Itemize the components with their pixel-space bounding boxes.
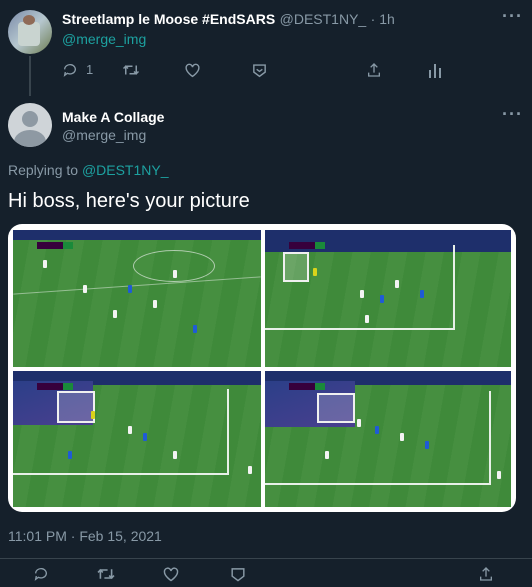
- more-icon[interactable]: ···: [502, 104, 523, 125]
- collage-image-3[interactable]: [13, 371, 261, 507]
- tweet-timestamp[interactable]: 11:01 PM · Feb 15, 2021: [8, 528, 162, 544]
- prev-tweet-time[interactable]: · 1h: [371, 11, 395, 27]
- player: [325, 451, 329, 459]
- penalty-box-line: [227, 389, 229, 475]
- player: [425, 441, 429, 449]
- collage-image-1[interactable]: [13, 230, 261, 367]
- like-icon[interactable]: [184, 62, 201, 83]
- player: [153, 300, 157, 308]
- penalty-box-line: [265, 328, 455, 330]
- penalty-box-line: [453, 245, 455, 330]
- like-icon[interactable]: [162, 566, 180, 587]
- player: [497, 471, 501, 479]
- replying-to: Replying to @DEST1NY_: [8, 162, 169, 178]
- goal-net: [283, 252, 309, 282]
- penalty-box-line: [265, 483, 490, 485]
- player: [113, 310, 117, 318]
- author-handle[interactable]: @merge_img: [62, 127, 146, 143]
- stadium-stand: [13, 230, 261, 240]
- collage-image-4[interactable]: [265, 371, 511, 507]
- player: [43, 260, 47, 268]
- player: [193, 325, 197, 333]
- score-hud-accent: [315, 242, 325, 249]
- replying-prefix: Replying to: [8, 162, 79, 178]
- replying-handle[interactable]: @DEST1NY_: [82, 162, 169, 178]
- goal-net: [57, 391, 95, 423]
- share-icon[interactable]: [366, 62, 382, 83]
- player: [248, 466, 252, 474]
- penalty-box-line: [489, 391, 491, 485]
- player: [68, 451, 72, 459]
- prev-avatar[interactable]: [8, 10, 52, 54]
- author-avatar[interactable]: [8, 103, 52, 147]
- retweet-icon[interactable]: [96, 566, 116, 587]
- reply-icon[interactable]: [32, 566, 50, 587]
- prev-author-handle[interactable]: @DEST1NY_: [280, 11, 367, 27]
- author-name[interactable]: Make A Collage: [62, 109, 164, 125]
- prev-more-icon[interactable]: ···: [502, 6, 523, 27]
- prev-tweet-text[interactable]: @merge_img: [62, 31, 146, 47]
- analytics-icon[interactable]: [428, 62, 442, 83]
- player: [395, 280, 399, 288]
- tweet-text: Hi boss, here's your picture: [8, 190, 250, 212]
- player: [400, 433, 404, 441]
- goalkeeper: [313, 268, 317, 276]
- score-hud-accent: [315, 383, 325, 390]
- player: [83, 285, 87, 293]
- divider: [0, 558, 532, 559]
- reply-icon[interactable]: [62, 62, 78, 83]
- prev-tweet-header: Streetlamp le Moose #EndSARS @DEST1NY_ ·…: [62, 11, 395, 29]
- thread-icon[interactable]: [251, 62, 268, 83]
- score-hud-accent: [63, 383, 73, 390]
- penalty-box-line: [13, 473, 228, 475]
- thread-connector-line: [29, 56, 31, 96]
- player: [365, 315, 369, 323]
- player: [128, 285, 132, 293]
- collage-image-2[interactable]: [265, 230, 511, 367]
- player: [357, 419, 361, 427]
- player: [360, 290, 364, 298]
- player: [128, 426, 132, 434]
- player: [173, 270, 177, 278]
- reply-count: 1: [86, 62, 94, 77]
- goal-net: [317, 393, 355, 423]
- tweet-media-collage[interactable]: [8, 224, 516, 512]
- player: [380, 295, 384, 303]
- retweet-icon[interactable]: [122, 62, 140, 83]
- thread-icon[interactable]: [229, 566, 247, 587]
- goalkeeper: [91, 411, 95, 419]
- score-hud-accent: [63, 242, 73, 249]
- player: [420, 290, 424, 298]
- share-icon[interactable]: [478, 566, 494, 587]
- player: [375, 426, 379, 434]
- prev-author-name[interactable]: Streetlamp le Moose #EndSARS: [62, 11, 275, 27]
- player: [143, 433, 147, 441]
- player: [173, 451, 177, 459]
- pitch-line: [13, 276, 261, 295]
